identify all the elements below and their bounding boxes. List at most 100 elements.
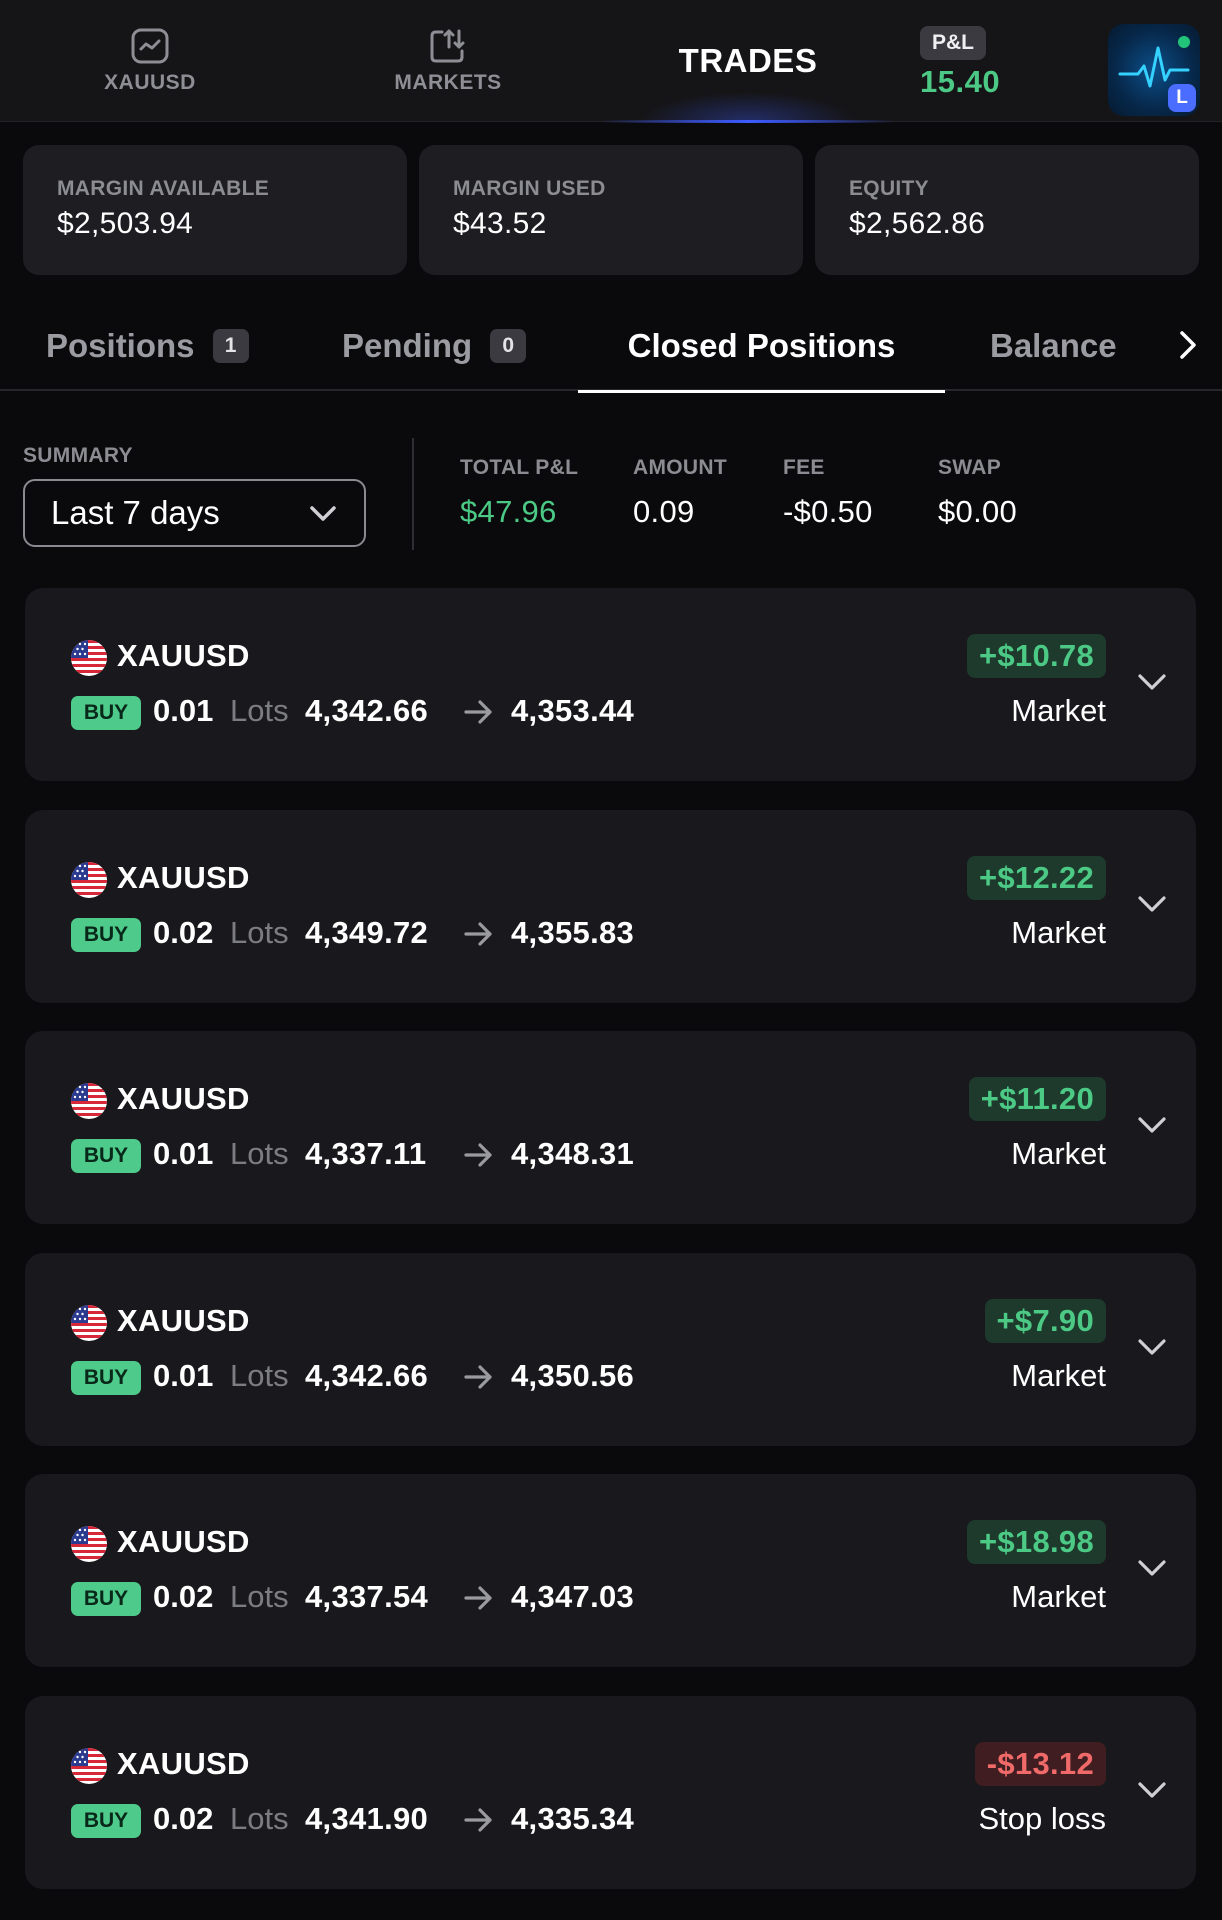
chevron-down-icon[interactable] <box>1134 1107 1170 1143</box>
trade-pnl: +$7.90 <box>984 1299 1106 1343</box>
nav-trades[interactable]: TRADES <box>600 0 896 123</box>
trade-side-badge: BUY <box>71 696 141 730</box>
chevron-down-icon[interactable] <box>1134 886 1170 922</box>
trade-card[interactable]: XAUUSD BUY 0.01 Lots 4,337.11 4,348.31 +… <box>25 1031 1196 1224</box>
trade-card[interactable]: XAUUSD BUY 0.02 Lots 4,337.54 4,347.03 +… <box>25 1474 1196 1667</box>
pnl-badge: P&L <box>920 26 986 60</box>
chevron-down-icon[interactable] <box>1134 1772 1170 1808</box>
equity-label: EQUITY <box>849 177 929 200</box>
stat-swap-value: $0.00 <box>938 494 1018 529</box>
trade-card[interactable]: XAUUSD BUY 0.02 Lots 4,349.72 4,355.83 +… <box>25 810 1196 1003</box>
trade-open-price: 4,342.66 <box>305 693 429 728</box>
online-status-dot <box>1178 36 1190 48</box>
margin-available-label: MARGIN AVAILABLE <box>57 177 270 200</box>
trade-card[interactable]: XAUUSD BUY 0.02 Lots 4,341.90 4,335.34 -… <box>25 1696 1196 1889</box>
active-tab-indicator <box>600 120 896 123</box>
trade-close-price: 4,350.56 <box>511 1358 635 1393</box>
trade-pnl: -$13.12 <box>974 1742 1106 1786</box>
us-flag-icon <box>71 1526 107 1562</box>
equity-value: $2,562.86 <box>849 207 986 240</box>
period-select[interactable]: Last 7 days <box>23 479 366 547</box>
tab-pending[interactable]: Pending 0 <box>342 300 527 391</box>
tab-positions-count: 1 <box>212 328 249 363</box>
arrow-right-icon <box>463 920 495 953</box>
stat-swap: SWAP $0.00 <box>938 456 1017 530</box>
trade-open-price: 4,349.72 <box>305 915 429 950</box>
us-flag-icon <box>71 862 107 898</box>
nav-xauusd[interactable]: XAUUSD <box>80 0 220 122</box>
trade-close-reason: Market <box>1011 693 1106 728</box>
trade-side-badge: BUY <box>71 1361 141 1395</box>
trade-pnl: +$10.78 <box>966 634 1106 678</box>
trade-open-price: 4,337.11 <box>305 1136 427 1171</box>
trade-side-badge: BUY <box>71 1582 141 1616</box>
tab-balance[interactable]: Balance <box>990 300 1117 391</box>
arrow-right-icon <box>463 1584 495 1617</box>
chevron-down-icon[interactable] <box>1134 664 1170 700</box>
avatar[interactable]: L <box>1108 24 1200 116</box>
trade-close-reason: Market <box>1011 915 1106 950</box>
margin-available-value: $2,503.94 <box>57 207 194 240</box>
period-select-value: Last 7 days <box>51 494 220 531</box>
trade-pnl: +$18.98 <box>966 1520 1106 1564</box>
trade-lots-label: Lots <box>230 693 289 728</box>
tab-balance-label: Balance <box>990 326 1117 364</box>
stat-amount-label: AMOUNT <box>633 456 727 479</box>
trade-close-price: 4,348.31 <box>511 1136 635 1171</box>
arrow-right-icon <box>463 698 495 731</box>
trade-close-price: 4,347.03 <box>511 1579 635 1614</box>
trade-close-reason: Market <box>1011 1579 1106 1614</box>
trade-close-price: 4,335.34 <box>511 1801 635 1836</box>
trade-lots: 0.02 <box>153 1579 214 1614</box>
tab-closed-positions-label: Closed Positions <box>627 326 896 364</box>
arrow-right-icon <box>463 1806 495 1839</box>
summary-label: SUMMARY <box>23 444 133 467</box>
trade-pnl: +$11.20 <box>968 1077 1106 1121</box>
margin-available-card: MARGIN AVAILABLE $2,503.94 <box>23 145 407 275</box>
tab-closed-positions[interactable]: Closed Positions <box>578 300 945 393</box>
tab-positions-label: Positions <box>46 326 195 364</box>
margin-used-card: MARGIN USED $43.52 <box>419 145 803 275</box>
us-flag-icon <box>71 1748 107 1784</box>
trade-close-price: 4,353.44 <box>511 693 635 728</box>
chevron-right-icon[interactable] <box>1170 322 1206 368</box>
tab-closed-underline <box>578 390 945 393</box>
stat-fee: FEE -$0.50 <box>783 456 873 530</box>
trade-symbol: XAUUSD <box>117 1524 250 1559</box>
tab-positions[interactable]: Positions 1 <box>46 300 249 391</box>
nav-markets-label: MARKETS <box>394 71 502 94</box>
trade-pnl: +$12.22 <box>966 856 1106 900</box>
trade-close-reason: Stop loss <box>978 1801 1106 1836</box>
trade-lots: 0.01 <box>153 1136 214 1171</box>
us-flag-icon <box>71 1083 107 1119</box>
margin-used-label: MARGIN USED <box>453 177 606 200</box>
trade-side-badge: BUY <box>71 1139 141 1173</box>
nav-trades-label: TRADES <box>678 42 818 79</box>
chevron-down-icon[interactable] <box>1134 1329 1170 1365</box>
trade-lots-label: Lots <box>230 1358 289 1393</box>
chevron-down-icon <box>308 494 338 532</box>
account-tag: L <box>1168 84 1196 112</box>
header-pnl: P&L 15.40 <box>916 24 1036 104</box>
trade-close-reason: Market <box>1011 1136 1106 1171</box>
stat-swap-label: SWAP <box>938 456 1002 479</box>
margin-used-value: $43.52 <box>453 207 547 240</box>
trades-tabs: Positions 1 Pending 0 Closed Positions B… <box>0 300 1222 393</box>
trade-lots: 0.02 <box>153 1801 214 1836</box>
nav-xauusd-label: XAUUSD <box>104 71 196 94</box>
trade-card[interactable]: XAUUSD BUY 0.01 Lots 4,342.66 4,353.44 +… <box>25 588 1196 781</box>
chevron-down-icon[interactable] <box>1134 1550 1170 1586</box>
top-nav: XAUUSD MARKETS TRADES P&L 15.40 L <box>0 0 1222 123</box>
trade-lots-label: Lots <box>230 1801 289 1836</box>
swap-arrows-icon <box>428 27 468 65</box>
stat-amount: AMOUNT 0.09 <box>633 456 727 530</box>
arrow-right-icon <box>463 1363 495 1396</box>
pnl-value: 15.40 <box>920 64 1001 99</box>
nav-markets[interactable]: MARKETS <box>378 0 518 122</box>
trade-card[interactable]: XAUUSD BUY 0.01 Lots 4,342.66 4,350.56 +… <box>25 1253 1196 1446</box>
summary-divider <box>412 438 414 550</box>
tab-pending-label: Pending <box>342 326 473 364</box>
trade-lots: 0.01 <box>153 1358 214 1393</box>
stat-total-pnl-label: TOTAL P&L <box>460 456 579 479</box>
stat-total-pnl: TOTAL P&L $47.96 <box>460 456 578 530</box>
